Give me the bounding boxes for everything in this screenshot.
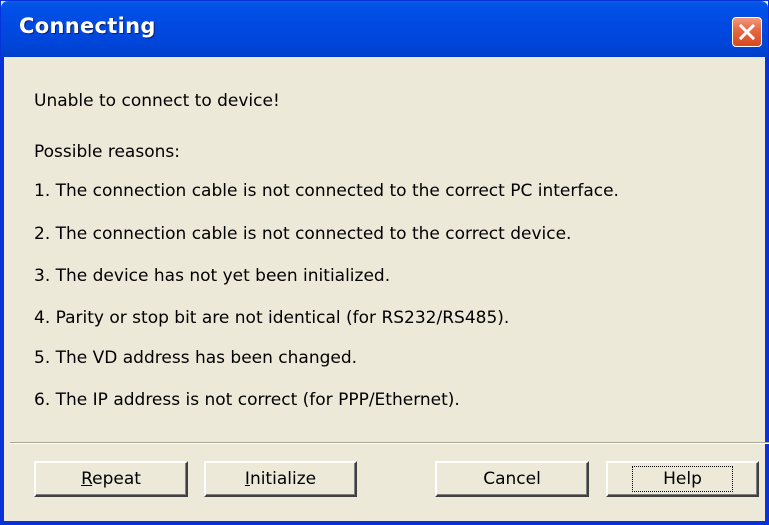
cancel-button-label: Cancel (483, 469, 541, 489)
reasons-title: Possible reasons: (34, 142, 180, 162)
close-icon (738, 23, 756, 41)
dialog-window: Connecting Unable to connect to device! … (0, 0, 769, 525)
repeat-button-label: Repeat (81, 469, 141, 489)
reason-item: 1. The connection cable is not connected… (34, 181, 619, 201)
reason-item: 4. Parity or stop bit are not identical … (34, 308, 510, 328)
reason-item: 2. The connection cable is not connected… (34, 224, 572, 244)
title-bar[interactable]: Connecting (1, 1, 768, 57)
close-button[interactable] (732, 17, 762, 47)
reason-item: 6. The IP address is not correct (for PP… (34, 390, 460, 410)
button-separator (10, 442, 769, 444)
window-frame-left (1, 57, 4, 524)
initialize-button-label: Initialize (244, 469, 317, 489)
help-button-focus-ring: Help (632, 466, 733, 492)
initialize-button[interactable]: Initialize (204, 461, 357, 497)
window-frame-bottom (1, 521, 768, 524)
error-headline: Unable to connect to device! (34, 91, 280, 111)
help-button-label: Help (663, 469, 702, 489)
reason-item: 3. The device has not yet been initializ… (34, 266, 391, 286)
help-button[interactable]: Help (606, 461, 759, 497)
cancel-button[interactable]: Cancel (435, 461, 589, 497)
window-frame-right (765, 57, 768, 524)
repeat-button[interactable]: Repeat (34, 461, 188, 497)
window-title: Connecting (19, 14, 156, 38)
reason-item: 5. The VD address has been changed. (34, 348, 358, 368)
